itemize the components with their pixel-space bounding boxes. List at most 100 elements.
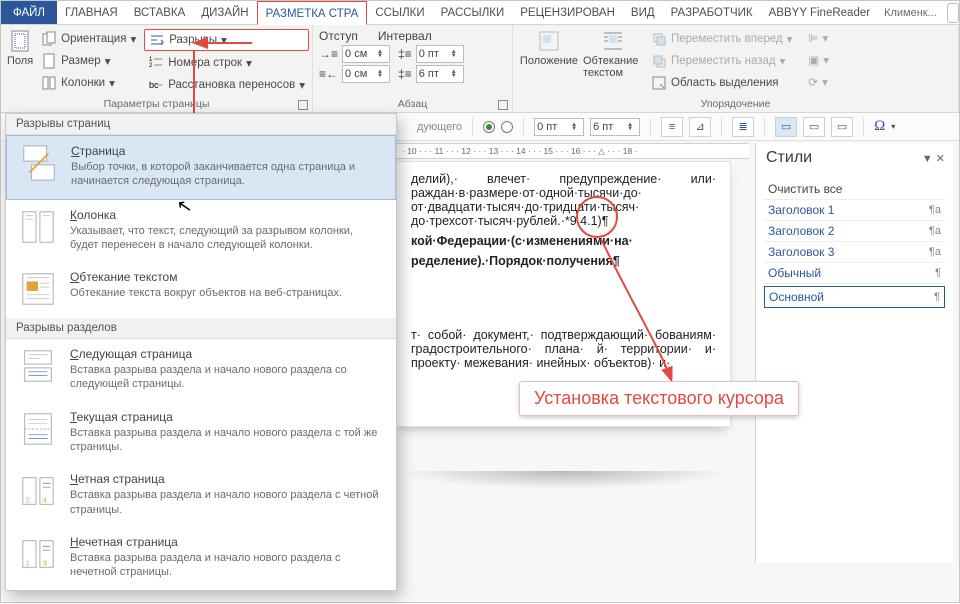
rotate-button[interactable]: ⟳▾: [804, 73, 833, 91]
spacing-before-input[interactable]: 0 пт▲▼: [416, 45, 464, 63]
style-heading2[interactable]: Заголовок 2¶a: [764, 221, 945, 242]
bring-forward-label: Переместить вперед: [671, 33, 783, 45]
user-avatar-icon[interactable]: [947, 3, 959, 23]
break-continuous-title: Текущая страница: [70, 410, 384, 424]
ruler[interactable]: · 10 · · · 11 · · · 12 · · · 13 · · · 14…: [396, 143, 749, 159]
line-numbers-button[interactable]: 12 Номера строк▾: [144, 53, 309, 73]
break-wrap-title: Обтекание текстом: [70, 270, 342, 284]
tab-mailings[interactable]: РАССЫЛКИ: [433, 1, 513, 24]
tb2-btn4[interactable]: ▭: [775, 117, 797, 137]
tab-layout[interactable]: РАЗМЕТКА СТРА: [257, 1, 368, 25]
annotation-circle: [576, 196, 618, 238]
size-button[interactable]: Размер▾: [37, 51, 140, 71]
doc-line-3: ределение).·Порядок·получения¶: [411, 254, 716, 268]
tb2-before-input[interactable]: 0 пт▲▼: [534, 118, 584, 136]
svg-text:2: 2: [26, 496, 30, 505]
break-column-desc: Указывает, что текст, следующий за разры…: [70, 224, 384, 253]
align-button[interactable]: ⊫▾: [804, 29, 833, 47]
align-icon: ⊫: [808, 31, 818, 45]
wrap-text-label: Обтекание текстом: [583, 55, 643, 79]
break-even-page-title: Четная страница: [70, 472, 384, 486]
indent-left-icon: →≡: [319, 47, 338, 61]
tab-view[interactable]: ВИД: [623, 1, 663, 24]
break-odd-page-icon: 13: [18, 535, 58, 573]
tb2-btn1[interactable]: ≡: [661, 117, 683, 137]
margins-label: Поля: [7, 55, 33, 67]
position-button[interactable]: Положение: [519, 29, 579, 67]
tab-insert[interactable]: ВСТАВКА: [126, 1, 194, 24]
break-page-desc: Выбор точки, в которой заканчивается одн…: [71, 160, 383, 189]
svg-text:4: 4: [43, 496, 47, 505]
break-even-page-icon: 24: [18, 472, 58, 510]
break-odd-page-desc: Вставка разрыва раздела и начало нового …: [70, 551, 384, 580]
indent-left-input[interactable]: 0 см▲▼: [342, 45, 390, 63]
tab-home[interactable]: ГЛАВНАЯ: [57, 1, 126, 24]
style-main[interactable]: Основной¶: [764, 286, 945, 308]
styles-pane: Стили ▼ ✕ Очистить все Заголовок 1¶a Заг…: [755, 143, 953, 563]
break-even-page-desc: Вставка разрыва раздела и начало нового …: [70, 488, 384, 517]
columns-button[interactable]: Колонки▾: [37, 73, 140, 93]
break-wrap-icon: [18, 270, 58, 308]
tab-references[interactable]: ССЫЛКИ: [367, 1, 432, 24]
break-next-page-item[interactable]: Следующая страница Вставка разрыва разде…: [6, 339, 396, 402]
break-odd-page-item[interactable]: 13 Нечетная страница Вставка разрыва раз…: [6, 527, 396, 590]
breaks-button[interactable]: Разрывы▾: [144, 29, 309, 51]
indent-right-input[interactable]: 0 см▲▼: [342, 65, 390, 83]
svg-text:2: 2: [149, 63, 153, 69]
tb2-btn5[interactable]: ▭: [803, 117, 825, 137]
orientation-button[interactable]: Ориентация▾: [37, 29, 140, 49]
style-heading1[interactable]: Заголовок 1¶a: [764, 200, 945, 221]
break-wrap-desc: Обтекание текста вокруг объектов на веб-…: [70, 286, 342, 300]
spacing-before-icon: ‡≡: [398, 47, 412, 61]
panel-header-section-breaks: Разрывы разделов: [6, 318, 396, 339]
selection-pane-button[interactable]: Область выделения: [647, 73, 796, 93]
svg-text:bc: bc: [149, 80, 159, 90]
break-wrap-item[interactable]: Обтекание текстом Обтекание текста вокру…: [6, 262, 396, 318]
doc-line-4: т· собой· документ,· подтверждающий· бов…: [411, 328, 716, 370]
wrap-text-button[interactable]: Обтекание текстом: [583, 29, 643, 79]
tab-file[interactable]: ФАЙЛ: [1, 1, 57, 24]
break-continuous-item[interactable]: Текущая страница Вставка разрыва раздела…: [6, 402, 396, 465]
spacing-after-input[interactable]: 6 пт▲▼: [416, 65, 464, 83]
tb2-btn6[interactable]: ▭: [831, 117, 853, 137]
page-params-launcher[interactable]: [298, 100, 308, 110]
break-page-item[interactable]: Страница Выбор точки, в которой заканчив…: [6, 135, 396, 200]
user-name[interactable]: Клименк...: [878, 1, 943, 24]
send-back-button[interactable]: Переместить назад▾: [647, 51, 796, 71]
style-normal[interactable]: Обычный¶: [764, 263, 945, 284]
radio-1[interactable]: [483, 121, 495, 133]
paragraph-launcher[interactable]: [498, 100, 508, 110]
break-continuous-icon: [18, 410, 58, 448]
tab-review[interactable]: РЕЦЕНЗИРОВАН: [512, 1, 623, 24]
styles-clear[interactable]: Очистить все: [764, 179, 945, 200]
tb2-btn3[interactable]: ≣: [732, 117, 754, 137]
margins-button[interactable]: Поля: [7, 29, 33, 67]
break-page-icon: [19, 144, 59, 182]
break-odd-page-title: Нечетная страница: [70, 535, 384, 549]
indent-right-icon: ≡←: [319, 67, 338, 81]
annotation-callout: Установка текстового курсора: [519, 381, 799, 416]
next-style-label: дующего: [417, 121, 462, 133]
omega-icon[interactable]: Ω: [874, 118, 885, 135]
group-button[interactable]: ▣▾: [804, 51, 833, 69]
tab-abbyy[interactable]: ABBYY FineReader: [761, 1, 878, 24]
radio-2[interactable]: [501, 121, 513, 133]
hyphenation-button[interactable]: bc Расстановка переносов▾: [144, 75, 309, 95]
rotate-icon: ⟳: [808, 75, 818, 89]
style-heading3[interactable]: Заголовок 3¶a: [764, 242, 945, 263]
line-numbers-label: Номера строк: [168, 57, 242, 69]
break-even-page-item[interactable]: 24 Четная страница Вставка разрыва разде…: [6, 464, 396, 527]
tab-developer[interactable]: РАЗРАБОТЧИК: [663, 1, 761, 24]
bring-forward-button[interactable]: Переместить вперед▾: [647, 29, 796, 49]
breaks-dropdown: Разрывы страниц Страница Выбор точки, в …: [5, 113, 397, 591]
tb2-btn2[interactable]: ⊿: [689, 117, 711, 137]
spacing-after-icon: ‡≡: [398, 67, 412, 81]
styles-close-icon[interactable]: ▼ ✕: [922, 152, 945, 165]
doc-line-1: делий),· влечет· предупреждение· или· ра…: [411, 172, 716, 228]
group-page-params-label: Параметры страницы: [1, 98, 312, 112]
break-column-item[interactable]: Колонка Указывает, что текст, следующий …: [6, 200, 396, 263]
tb2-after-input[interactable]: 6 пт▲▼: [590, 118, 640, 136]
selection-pane-label: Область выделения: [671, 77, 779, 89]
tab-design[interactable]: ДИЗАЙН: [193, 1, 256, 24]
orientation-label: Ориентация: [61, 33, 126, 45]
